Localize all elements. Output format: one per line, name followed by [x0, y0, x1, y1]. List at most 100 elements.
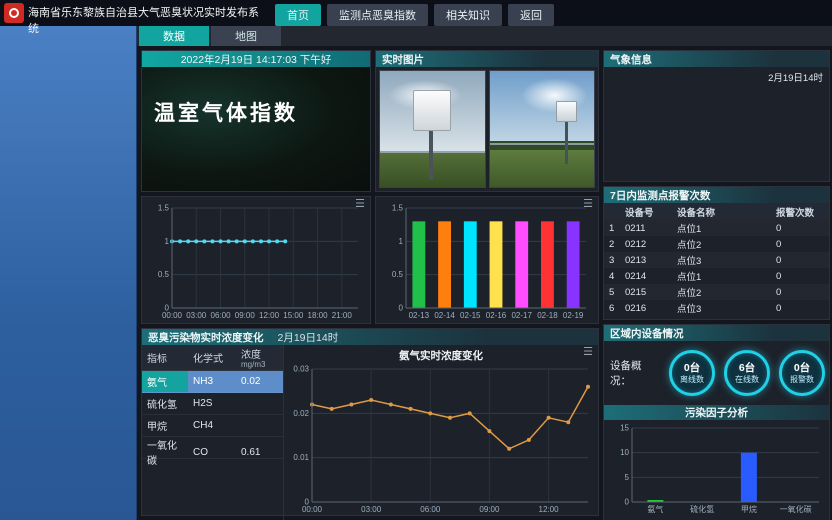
alarm-row: 6 0216 点位3 0: [604, 300, 829, 316]
svg-text:18:00: 18:00: [308, 311, 329, 320]
alarm-panel-header: 7日内监测点报警次数: [604, 187, 829, 203]
photo1-monitor-device: [413, 90, 451, 132]
svg-text:09:00: 09:00: [235, 311, 256, 320]
photo2-grass: [490, 150, 595, 187]
svg-text:06:00: 06:00: [211, 311, 232, 320]
chart-menu-icon[interactable]: ☰: [583, 198, 593, 210]
svg-text:15: 15: [620, 424, 629, 433]
alarm-row: 2 0212 点位2 0: [604, 236, 829, 252]
svg-text:1.5: 1.5: [392, 204, 404, 213]
svg-text:03:00: 03:00: [361, 505, 382, 514]
dashboard-grid: 2022年2月19日 14:17:03 下午好 温室气体指数 ☰ 0 0.5 1 1.…: [137, 46, 832, 520]
col-formula: 化学式: [188, 350, 236, 365]
svg-text:02-17: 02-17: [511, 311, 532, 320]
svg-text:1: 1: [399, 237, 404, 246]
device-overview: 设备概况： 0台 离线数 6台 在线数 0台 报警数: [604, 341, 829, 405]
pollution-factor-bar-chart: 0 5 10 15 氨气 硫化氢 甲烷 一氧化碳: [604, 420, 829, 520]
ammonia-chart-title: 氨气实时浓度变化: [284, 345, 598, 361]
sidebar: [0, 26, 137, 520]
unit-label: mg/m3: [241, 361, 278, 369]
device-overview-label: 设备概况：: [610, 358, 660, 388]
odor-pollutant-panel: 恶臭污染物实时浓度变化 2月19日14时 指标 化学式 浓度 mg: [141, 328, 599, 516]
svg-text:02-16: 02-16: [486, 311, 507, 320]
weather-body: 2月19日14时: [604, 67, 829, 181]
alarm-table-header: 设备号 设备名称 报警次数: [604, 203, 829, 220]
svg-text:02-15: 02-15: [460, 311, 481, 320]
svg-text:1.5: 1.5: [158, 204, 170, 213]
svg-text:1: 1: [165, 237, 170, 246]
svg-text:10: 10: [620, 448, 629, 457]
alarm-count-panel: 7日内监测点报警次数 设备号 设备名称 报警次数 1 0211: [603, 186, 830, 320]
pollution-factor-header: 污染因子分析: [604, 405, 829, 420]
welcome-panel: 2022年2月19日 14:17:03 下午好 温室气体指数: [141, 50, 371, 192]
chart-menu-icon[interactable]: ☰: [355, 198, 365, 210]
nav-back-button[interactable]: 返回: [508, 4, 554, 26]
svg-text:0: 0: [399, 304, 404, 313]
svg-text:00:00: 00:00: [162, 311, 183, 320]
svg-text:09:00: 09:00: [479, 505, 500, 514]
svg-text:15:00: 15:00: [283, 311, 304, 320]
monitoring-station-photo-2: [489, 70, 596, 188]
realtime-photos-panel: 实时图片: [375, 50, 599, 192]
svg-text:02-13: 02-13: [409, 311, 430, 320]
weather-panel: 气象信息 2月19日14时: [603, 50, 830, 182]
pollutant-table: 指标 化学式 浓度 mg/m3 氨气 NH3: [142, 345, 284, 520]
svg-text:0: 0: [625, 498, 630, 507]
photos-container: [376, 67, 598, 191]
svg-text:甲烷: 甲烷: [741, 504, 757, 514]
svg-text:氨气: 氨气: [647, 504, 663, 514]
ammonia-line-chart: 00.010.020.0300:0003:0006:0009:0012:00: [284, 361, 598, 520]
nav-home-button[interactable]: 首页: [275, 4, 321, 26]
alarm-row: 4 0214 点位1 0: [604, 268, 829, 284]
svg-text:02-14: 02-14: [434, 311, 455, 320]
col-indicator: 指标: [142, 350, 188, 365]
content-area: 数据 地图 2022年2月19日 14:17:03 下午好 温室气体指数: [137, 26, 832, 520]
pollutant-table-header: 指标 化学式 浓度 mg/m3: [142, 345, 283, 371]
svg-text:12:00: 12:00: [259, 311, 280, 320]
online-count-ring: 6台 在线数: [724, 350, 770, 396]
svg-text:02-18: 02-18: [537, 311, 558, 320]
top-nav: 首页 监测点恶臭指数 相关知识 返回: [275, 0, 554, 26]
pollutant-row-nh3[interactable]: 氨气 NH3 0.02: [142, 371, 283, 393]
device-panel-header: 区域内设备情况: [604, 325, 829, 341]
svg-text:0.5: 0.5: [392, 270, 404, 279]
alarm-table: 设备号 设备名称 报警次数 1 0211 点位1 0 2: [604, 203, 829, 319]
pollutant-panel-time: 2月19日14时: [278, 330, 339, 345]
nav-odor-index-button[interactable]: 监测点恶臭指数: [327, 4, 428, 26]
photo2-cloud: [521, 78, 588, 113]
greenhouse-index-headline: 温室气体指数: [154, 97, 298, 127]
offline-count-ring: 0台 离线数: [669, 350, 715, 396]
svg-text:00:00: 00:00: [302, 505, 323, 514]
alarm-row: 5 0215 点位2 0: [604, 284, 829, 300]
greenhouse-hourly-chart-panel: ☰ 00.511.500:0003:0006:0009:0012:0015:00…: [141, 196, 371, 324]
svg-text:硫化氢: 硫化氢: [690, 504, 714, 514]
photo1-pole: [429, 129, 433, 180]
svg-text:02-19: 02-19: [563, 311, 584, 320]
svg-text:12:00: 12:00: [539, 505, 560, 514]
monitoring-station-photo-1: [379, 70, 486, 188]
alarm-row: 1 0211 点位1 0: [604, 220, 829, 236]
app-logo-icon: [4, 3, 24, 23]
weather-time: 2月19日14时: [768, 70, 823, 84]
app-title: 海南省乐东黎族自治县大气恶臭状况实时发布系统: [28, 0, 265, 37]
svg-text:06:00: 06:00: [420, 505, 441, 514]
pollutant-row-h2s[interactable]: 硫化氢 H2S: [142, 393, 283, 415]
alarm-row: 3 0213 点位3 0: [604, 252, 829, 268]
svg-text:一氧化碳: 一氧化碳: [780, 504, 812, 514]
ammonia-chart-area: 氨气实时浓度变化 ☰ 00.010.020.0300:0003:0006:000…: [284, 345, 598, 520]
pollutant-row-ch4[interactable]: 甲烷 CH4: [142, 415, 283, 437]
topbar: 海南省乐东黎族自治县大气恶臭状况实时发布系统 首页 监测点恶臭指数 相关知识 返…: [0, 0, 832, 26]
svg-text:0.5: 0.5: [158, 270, 170, 279]
svg-text:5: 5: [625, 473, 630, 482]
nav-knowledge-button[interactable]: 相关知识: [434, 4, 502, 26]
photo2-pole: [565, 120, 568, 164]
daily-index-bar-chart: 0 0.5 1 1.5 02-13 02-14 02-15 02-16 02-17 02-18 02…: [378, 200, 596, 326]
svg-text:0.01: 0.01: [293, 453, 309, 462]
main-area: 数据 地图 2022年2月19日 14:17:03 下午好 温室气体指数: [0, 26, 832, 520]
alarm-count-ring: 0台 报警数: [779, 350, 825, 396]
pollutant-panel-header: 恶臭污染物实时浓度变化 2月19日14时: [142, 329, 598, 345]
chart-menu-icon[interactable]: ☰: [583, 346, 593, 358]
pollutant-row-co[interactable]: 一氧化碳 CO 0.61: [142, 437, 283, 459]
col-concentration: 浓度 mg/m3: [236, 346, 283, 369]
weather-panel-header: 气象信息: [604, 51, 829, 67]
